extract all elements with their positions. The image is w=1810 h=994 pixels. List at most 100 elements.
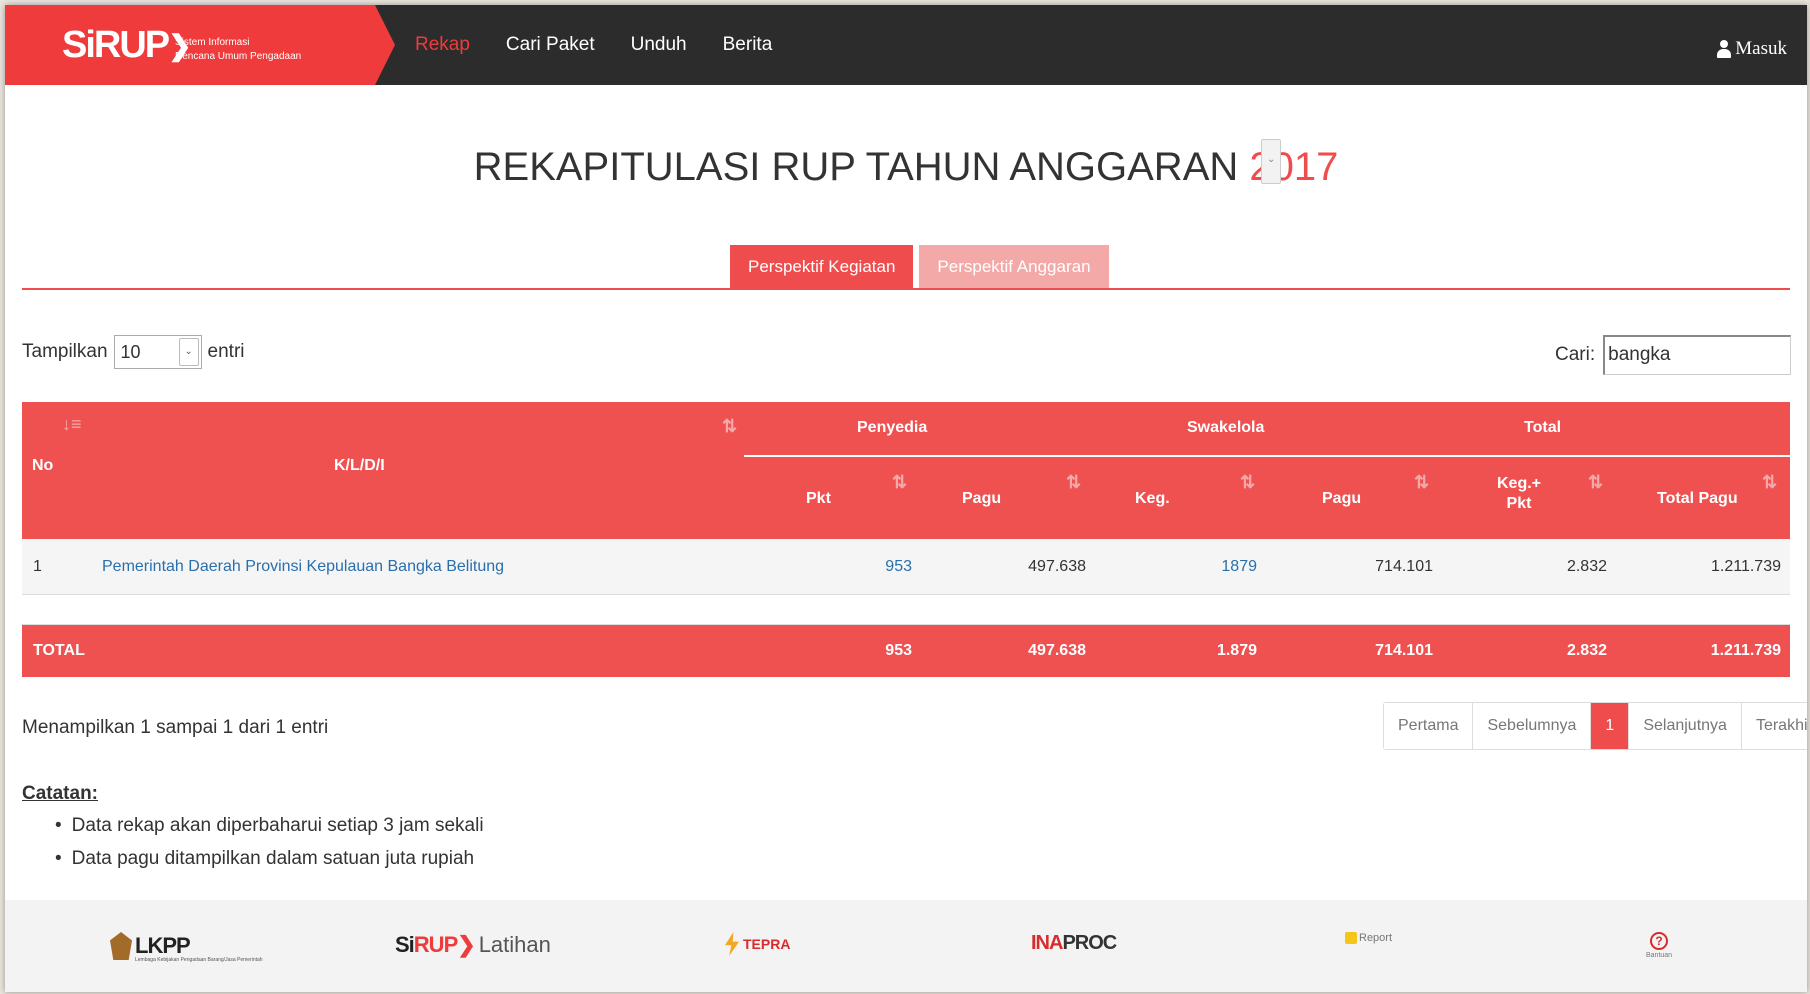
navbar: Si RUP ❯ Sistem Informasi Rencana Umum P… [5,5,1807,85]
header-keg[interactable]: Keg. [1135,490,1170,508]
chevron-down-icon: ⌄ [1267,154,1276,165]
perspective-tabs: Perspektif Kegiatan Perspektif Anggaran [730,245,1115,289]
sort-icon[interactable]: ⇅ [1762,472,1777,493]
report-icon [1345,932,1357,944]
header-pkt[interactable]: Pkt [806,490,831,508]
table-info: Menampilkan 1 sampai 1 dari 1 entri [22,717,329,738]
brand-logo[interactable]: Si RUP ❯ Sistem Informasi Rencana Umum P… [5,5,395,85]
inaproc-proc: PROC [1062,932,1117,954]
sort-asc-icon[interactable]: ↓≡ [62,414,82,435]
year-dropdown[interactable]: ⌄ [1261,139,1281,184]
tepra-logo-text: TEPRA [743,936,791,952]
nav-unduh[interactable]: Unduh [631,34,687,56]
page-title-text: REKAPITULASI RUP TAHUN ANGGARAN [473,145,1239,189]
total-total-pagu: 1.211.739 [1710,642,1781,659]
table-header: ↓≡ ⇅ No K/L/D/I Penyedia Swakelola Total… [22,402,1790,539]
header-pagu-penyedia[interactable]: Pagu [962,490,1001,508]
sirup-logo: Si RUP ❯ [62,23,192,66]
logo-arrow-icon: ❯ [457,932,475,957]
page-title: REKAPITULASI RUP TAHUN ANGGARAN 2017 [5,145,1807,190]
header-kegpkt-line1: Keg.+ [1497,475,1542,492]
sort-icon[interactable]: ⇅ [1588,472,1603,493]
logo-rup: RUP [93,23,170,66]
inaproc-logo: INAPROC [1031,932,1117,955]
row-total-pagu: 1.211.739 [1711,558,1781,575]
row-kegpkt: 2.832 [1566,558,1607,575]
inaproc-ina: INA [1031,932,1063,954]
show-label: Tampilkan [22,341,108,362]
note-item: Data pagu ditampilkan dalam satuan juta … [55,848,484,881]
sirup-latihan-si: Si [395,932,415,957]
lightning-icon [725,932,739,956]
notes-title: Catatan: [22,783,99,804]
header-no[interactable]: No [32,457,53,475]
rekap-table: ↓≡ ⇅ No K/L/D/I Penyedia Swakelola Total… [22,402,1790,677]
pager-first[interactable]: Pertama [1384,703,1474,749]
search-input[interactable]: bangka [1603,335,1792,375]
row-pkt-link[interactable]: 953 [885,558,912,576]
sort-icon[interactable]: ⇅ [722,416,737,437]
pager-page-1[interactable]: 1 [1591,703,1630,749]
header-kldi[interactable]: K/L/D/I [334,457,385,475]
footer-inaproc-link[interactable]: INAPROC [1031,932,1117,955]
sirup-latihan-rup: RUP [413,932,458,957]
sort-icon[interactable]: ⇅ [1066,472,1081,493]
pagination: Pertama Sebelumnya 1 Selanjutnya Terakhi… [1383,702,1807,750]
header-pagu-swakelola[interactable]: Pagu [1322,490,1361,508]
search-label: Cari: [1555,344,1596,365]
footer-sireport-link[interactable]: Report [1345,932,1392,944]
total-label: TOTAL [33,642,85,659]
search: Cari: bangka [1555,335,1792,375]
chevron-down-icon: ⌄ [178,338,199,366]
sort-icon[interactable]: ⇅ [892,472,907,493]
total-swa-pagu: 714.101 [1375,642,1433,659]
footer-tepra-link[interactable]: TEPRA [725,932,790,956]
row-swa-pagu: 714.101 [1375,558,1433,575]
row-pagu: 497.638 [1028,558,1086,575]
footer-bantuan-link[interactable]: ? Bantuan [1646,932,1672,959]
nav-rekap[interactable]: Rekap [415,34,470,56]
help-icon: ? [1650,932,1668,950]
table-total-row: TOTAL 953 497.638 1.879 714.101 2.832 1.… [22,625,1790,677]
row-kldi-link[interactable]: Pemerintah Daerah Provinsi Kepulauan Ban… [102,558,504,576]
logo-si: Si [62,23,96,66]
entries-label: entri [207,341,245,362]
sirup-latihan-logo: SiRUP❯ Latihan [395,932,551,958]
pager-next[interactable]: Selanjutnya [1629,703,1742,749]
page-frame: Si RUP ❯ Sistem Informasi Rencana Umum P… [5,5,1807,992]
header-swakelola: Swakelola [1187,419,1265,436]
row-keg-link[interactable]: 1879 [1221,558,1257,576]
header-total-pagu[interactable]: Total Pagu [1657,490,1738,508]
notes-list: Data rekap akan diperbaharui setiap 3 ja… [55,815,484,881]
tab-perspektif-anggaran[interactable]: Perspektif Anggaran [919,245,1109,289]
pager-last[interactable]: Terakhir [1741,703,1807,749]
total-pkt: 953 [885,642,912,659]
total-pagu: 497.638 [1028,642,1086,659]
table-spacer-row [22,595,1790,625]
nav-links: Rekap Cari Paket Unduh Berita [415,5,808,85]
header-penyedia: Penyedia [857,419,928,436]
login-link[interactable]: Masuk [1717,38,1787,60]
brand-tagline-line2: Rencana Umum Pengadaan [175,51,302,62]
footer-lkpp-link[interactable]: LKPP Lembaga Kebijakan Pengadaan Barang/… [110,932,263,963]
show-entries: Tampilkan 10 ⌄ entri [22,335,245,369]
nav-berita[interactable]: Berita [723,34,773,56]
header-kegpkt[interactable]: Keg.+ Pkt [1497,475,1541,513]
lkpp-subtitle: Lembaga Kebijakan Pengadaan Barang/Jasa … [135,957,263,963]
header-divider [744,455,1790,457]
header-total: Total [1524,419,1562,436]
note-item: Data rekap akan diperbaharui setiap 3 ja… [55,815,484,848]
entries-select[interactable]: 10 ⌄ [113,335,202,369]
sort-icon[interactable]: ⇅ [1414,472,1429,493]
login-label: Masuk [1735,38,1787,59]
total-kegpkt: 2.832 [1566,642,1607,659]
tab-perspektif-kegiatan[interactable]: Perspektif Kegiatan [730,245,914,289]
footer-sirup-latihan-link[interactable]: SiRUP❯ Latihan [395,932,551,958]
brand-tagline: Sistem Informasi Rencana Umum Pengadaan [175,36,301,64]
row-no: 1 [33,558,42,575]
pager-previous[interactable]: Sebelumnya [1473,703,1592,749]
nav-cari-paket[interactable]: Cari Paket [506,34,595,56]
sort-icon[interactable]: ⇅ [1240,472,1255,493]
user-icon [1717,40,1732,58]
tab-underline [22,288,1790,290]
